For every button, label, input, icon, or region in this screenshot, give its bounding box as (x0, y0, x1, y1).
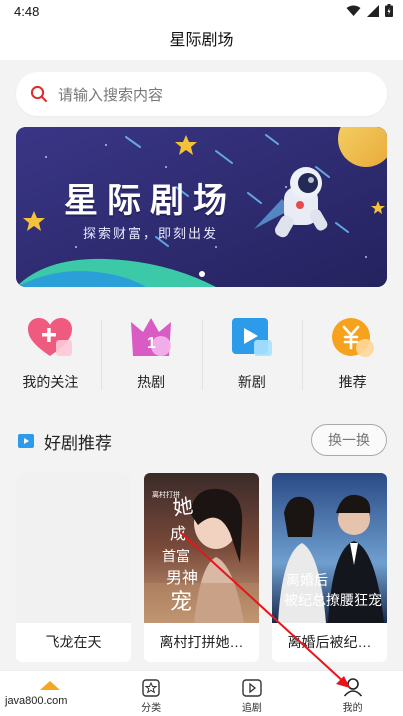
banner-subtitle: 探索财富，即刻出发 (83, 226, 219, 241)
tab-label: 分类 (141, 703, 162, 714)
wifi-icon (346, 5, 361, 16)
quick-nav-label: 我的关注 (22, 374, 79, 390)
video-play-icon (242, 679, 262, 697)
banner-title: 星际剧场 (64, 181, 236, 221)
battery-icon (385, 4, 393, 17)
quick-nav-recommend[interactable]: 推荐 (302, 316, 403, 394)
section-title: 好剧推荐 (44, 433, 112, 453)
status-time: 4:48 (14, 4, 40, 19)
status-bar: 4:48 (0, 0, 403, 24)
page-title: 星际剧场 (169, 32, 234, 49)
home-icon (40, 681, 61, 690)
svg-text:被纪总撩腰狂宠: 被纪总撩腰狂宠 (284, 592, 382, 609)
tab-home[interactable]: java800.com (0, 671, 101, 716)
home-watermark-text: java800.com (5, 695, 68, 707)
quick-nav-hot[interactable]: 1 热剧 (100, 316, 202, 394)
svg-text:宠: 宠 (170, 590, 192, 615)
tab-category[interactable]: 分类 (101, 671, 202, 716)
svg-text:男神: 男神 (166, 568, 198, 587)
drama-title: 离婚后被纪… (287, 634, 372, 650)
promo-banner[interactable]: 星际剧场 探索财富，即刻出发 (16, 127, 387, 287)
drama-card[interactable]: 离婚后 被纪总撩腰狂宠 离婚后被纪… (272, 473, 387, 662)
drama-card[interactable]: 飞龙在天 (16, 473, 131, 662)
yen-coin-icon (331, 318, 374, 357)
quick-nav-my-follows[interactable]: 我的关注 (0, 316, 101, 394)
drama-poster: 她 成 首富 男神 宠 离村打拼 (144, 473, 259, 623)
tab-profile[interactable]: 我的 (302, 671, 403, 716)
svg-text:1: 1 (147, 335, 156, 352)
title-bar: 星际剧场 (0, 24, 403, 60)
quick-nav-label: 新剧 (237, 374, 266, 390)
svg-text:离村打拼: 离村打拼 (152, 490, 180, 499)
drama-poster: 离婚后 被纪总撩腰狂宠 (272, 473, 387, 623)
category-icon (142, 679, 160, 697)
shuffle-button[interactable]: 换一换 (311, 424, 387, 456)
play-icon (231, 318, 272, 356)
search-input[interactable]: 请输入搜索内容 (16, 72, 387, 116)
poster-title-art: 她 成 首富 男神 宠 离村打拼 (152, 490, 198, 615)
drama-title: 飞龙在天 (45, 634, 102, 650)
search-icon (30, 85, 47, 102)
bottom-nav: java800.com 分类 追剧 我的 (0, 670, 403, 716)
status-icons (346, 4, 393, 17)
drama-poster (16, 473, 131, 623)
svg-text:离婚后: 离婚后 (286, 572, 328, 589)
signal-icon (367, 4, 379, 17)
user-icon (343, 678, 362, 697)
section-header: 好剧推荐 换一换 (18, 424, 387, 458)
heart-plus-icon (28, 318, 73, 356)
svg-text:首富: 首富 (162, 548, 190, 565)
video-icon (18, 434, 34, 448)
tab-label: 追剧 (241, 703, 262, 714)
tab-following[interactable]: 追剧 (202, 671, 303, 716)
quick-nav: 我的关注 1 热剧 新剧 推荐 (0, 316, 403, 394)
quick-nav-label: 推荐 (338, 374, 367, 390)
search-placeholder: 请输入搜索内容 (58, 86, 164, 104)
poster-title-art: 离婚后 被纪总撩腰狂宠 (284, 572, 382, 609)
tab-label: 我的 (342, 703, 363, 714)
crown-one-icon: 1 (131, 318, 172, 356)
quick-nav-label: 热剧 (137, 374, 166, 390)
svg-text:成: 成 (170, 524, 186, 543)
drama-card[interactable]: 她 成 首富 男神 宠 离村打拼 离村打拼她… (144, 473, 259, 662)
drama-title: 离村打拼她… (159, 634, 244, 650)
carousel-indicator (199, 271, 205, 277)
quick-nav-new[interactable]: 新剧 (201, 316, 303, 394)
